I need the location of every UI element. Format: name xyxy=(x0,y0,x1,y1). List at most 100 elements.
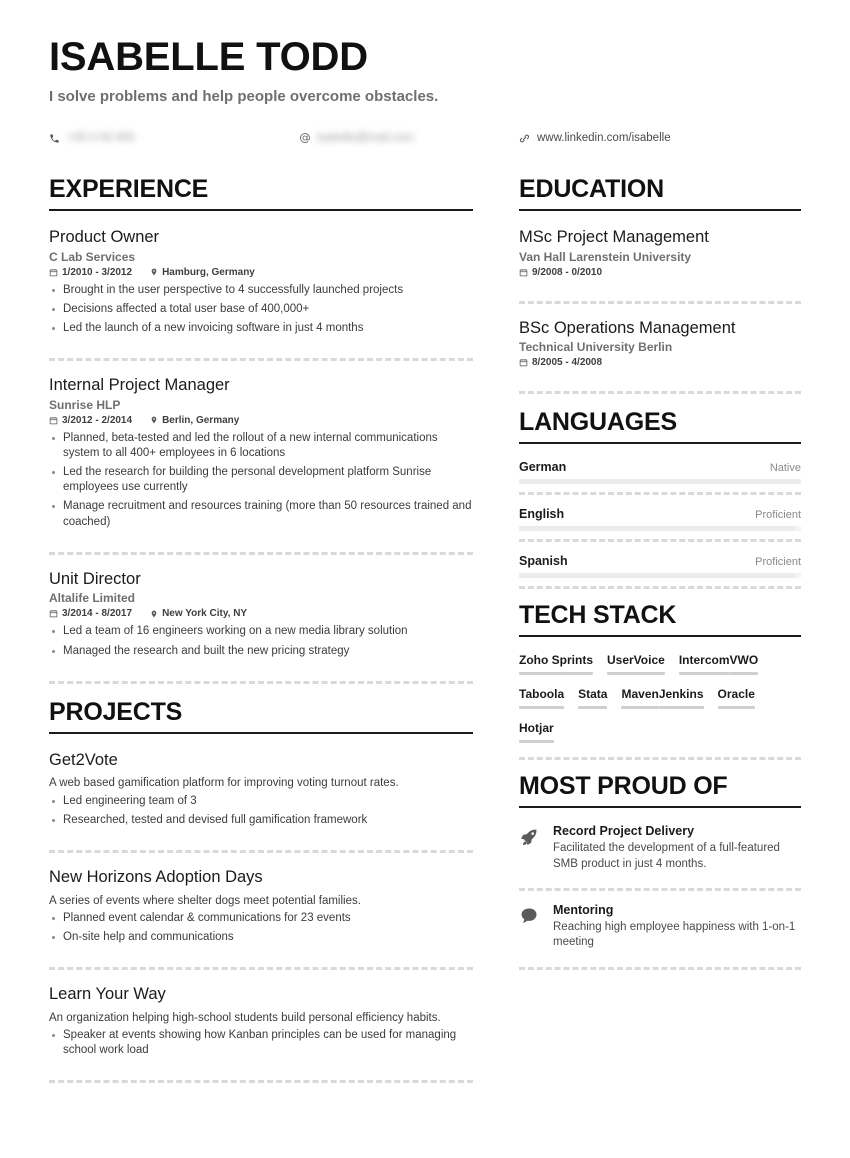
job-title: Internal Project Manager xyxy=(49,376,230,395)
job-company: Sunrise HLP xyxy=(49,397,121,412)
language-row: Spanish Proficient xyxy=(519,554,801,568)
proud-description: Reaching high employee happiness with 1-… xyxy=(553,921,796,949)
tech-stack-item: Hotjar xyxy=(519,721,554,744)
tech-level-bar xyxy=(678,672,730,676)
calendar-icon xyxy=(49,609,58,618)
education-meta: 9/2008 - 0/2010 xyxy=(519,267,801,278)
bullet-item: Led the launch of a new invoicing softwa… xyxy=(49,321,473,336)
contact-link[interactable]: www.linkedin.com/isabelle xyxy=(519,132,671,144)
section-rule xyxy=(49,209,473,211)
entry-divider xyxy=(49,1080,473,1084)
education-dates-value: 8/2005 - 4/2008 xyxy=(532,357,603,369)
calendar-icon xyxy=(49,416,58,425)
tech-stack-list: Zoho Sprints UserVoice Intercom VWO Tabo… xyxy=(519,653,801,755)
bullet-item: On-site help and communications xyxy=(49,930,473,945)
tech-stack-item: Oracle xyxy=(717,687,755,710)
tech-name: Hotjar xyxy=(519,721,554,736)
proud-entry: Record Project Delivery Facilitated the … xyxy=(519,824,801,882)
tech-level-bar xyxy=(607,672,665,676)
job-location: Berlin, Germany xyxy=(150,415,239,426)
entry-divider xyxy=(49,680,473,684)
at-icon xyxy=(299,132,313,144)
section-tech-stack: TECH STACK Zoho Sprints UserVoice Interc… xyxy=(519,601,801,761)
project-name: Learn Your Way xyxy=(49,985,166,1004)
proud-title: Mentoring xyxy=(553,903,614,918)
degree-title: MSc Project Management xyxy=(519,228,709,246)
language-entry: German Native xyxy=(519,460,801,486)
location-pin-icon xyxy=(150,609,158,619)
bullet-item: Led engineering team of 3 xyxy=(49,794,473,809)
contact-row: +00 0 00 000 isabelle@mail.com www.linke… xyxy=(49,127,800,149)
bullet-item: Planned event calendar & communications … xyxy=(49,911,473,926)
entry-divider xyxy=(49,551,473,555)
project-entry: Get2Vote A web based gamification platfo… xyxy=(49,750,473,842)
tech-name: VWO xyxy=(729,653,759,668)
job-company: C Lab Services xyxy=(49,249,136,264)
job-dates-value: 3/2012 - 2/2014 xyxy=(62,414,133,426)
tech-name: Jenkins xyxy=(658,687,704,702)
section-heading-most-proud-of: MOST PROUD OF xyxy=(519,772,728,801)
entry-divider xyxy=(519,757,801,761)
project-entry: New Horizons Adoption Days A series of e… xyxy=(49,867,473,959)
tech-name: Intercom xyxy=(678,653,730,668)
education-dates-value: 9/2008 - 0/2010 xyxy=(532,266,603,278)
bullet-item: Brought in the user perspective to 4 suc… xyxy=(49,283,473,298)
job-bullets: Led a team of 16 engineers working on a … xyxy=(49,624,473,658)
proud-body: Record Project Delivery Facilitated the … xyxy=(553,824,801,872)
headline-tagline: I solve problems and help people overcom… xyxy=(49,88,439,105)
section-rule xyxy=(519,806,801,809)
tech-stack-item: VWO xyxy=(729,653,759,676)
page-title: ISABELLE TODD xyxy=(49,35,368,79)
project-bullets: Planned event calendar & communications … xyxy=(49,911,473,945)
calendar-icon xyxy=(49,268,58,277)
section-heading-languages: LANGUAGES xyxy=(519,408,677,437)
section-rule xyxy=(519,442,801,445)
section-heading-projects: PROJECTS xyxy=(49,697,183,726)
job-dates: 3/2012 - 2/2014 xyxy=(49,415,132,426)
job-location: Hamburg, Germany xyxy=(150,267,255,278)
job-dates: 1/2010 - 3/2012 xyxy=(49,267,132,278)
job-title: Unit Director xyxy=(49,569,141,588)
job-location-value: New York City, NY xyxy=(162,608,248,620)
bullet-item: Led a team of 16 engineers working on a … xyxy=(49,624,473,639)
section-rule xyxy=(519,209,801,211)
bullet-item: Decisions affected a total user base of … xyxy=(49,302,473,317)
language-level: Proficient xyxy=(755,556,801,569)
tech-stack-item: Zoho Sprints xyxy=(519,653,593,676)
project-description: A web based gamification platform for im… xyxy=(49,777,399,790)
job-location: New York City, NY xyxy=(150,608,247,619)
entry-divider xyxy=(519,391,801,395)
education-entry: BSc Operations Management Technical Univ… xyxy=(519,318,801,384)
language-entry: English Proficient xyxy=(519,507,801,533)
section-rule xyxy=(49,731,473,734)
bullet-item: Manage recruitment and resources trainin… xyxy=(49,499,473,529)
bullet-item: Speaker at events showing how Kanban pri… xyxy=(49,1028,473,1058)
contact-link-value: www.linkedin.com/isabelle xyxy=(537,132,671,144)
tech-stack-item: Jenkins xyxy=(658,687,704,710)
bullet-item: Planned, beta-tested and led the rollout… xyxy=(49,431,473,461)
project-entry: Learn Your Way An organization helping h… xyxy=(49,984,473,1072)
proud-description: Facilitated the development of a full-fe… xyxy=(553,842,780,870)
section-education: EDUCATION MSc Project Management Van Hal… xyxy=(519,175,801,395)
entry-divider xyxy=(519,492,801,496)
contact-phone[interactable]: +00 0 00 000 xyxy=(49,132,299,144)
job-bullets: Planned, beta-tested and led the rollout… xyxy=(49,431,473,530)
tech-name: Stata xyxy=(578,687,608,702)
tech-level-bar xyxy=(519,706,565,710)
entry-divider xyxy=(519,586,801,590)
contact-email[interactable]: isabelle@mail.com xyxy=(299,132,519,144)
left-column: EXPERIENCE Product Owner C Lab Services xyxy=(49,175,473,1097)
degree-title: BSc Operations Management xyxy=(519,318,736,337)
bullet-item: Researched, tested and devised full gami… xyxy=(49,813,473,828)
tech-stack-item: Stata xyxy=(578,687,608,710)
entry-divider xyxy=(49,358,473,362)
proud-title: Record Project Delivery xyxy=(553,824,695,839)
contact-email-value: isabelle@mail.com xyxy=(317,132,414,144)
language-row: English Proficient xyxy=(519,507,801,521)
tech-level-bar xyxy=(578,706,608,710)
tech-stack-item: Intercom xyxy=(678,653,730,676)
location-pin-icon xyxy=(150,415,158,425)
project-name: New Horizons Adoption Days xyxy=(49,867,263,886)
entry-divider xyxy=(49,967,473,971)
school-name: Technical University Berlin xyxy=(519,340,673,355)
